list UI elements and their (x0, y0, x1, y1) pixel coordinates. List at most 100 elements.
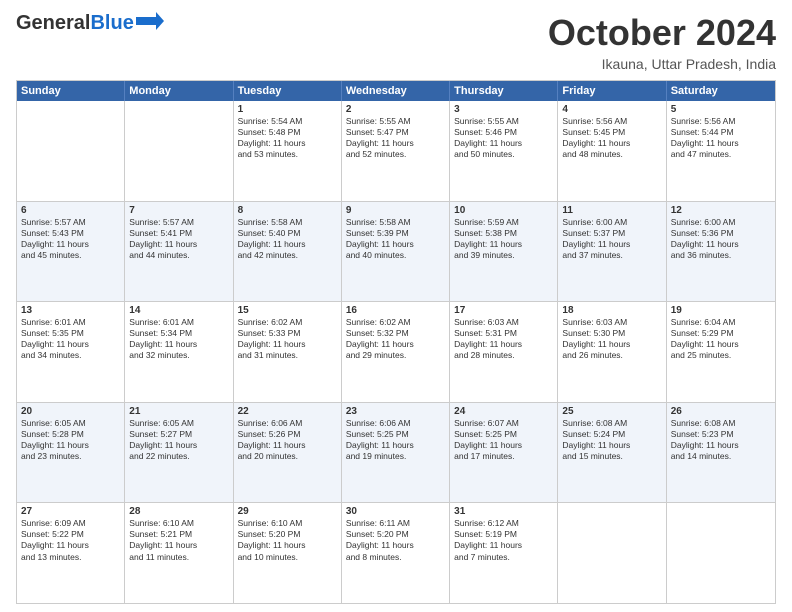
cell-text: Sunrise: 5:58 AM Sunset: 5:40 PM Dayligh… (238, 217, 337, 261)
cell-text: Sunrise: 6:08 AM Sunset: 5:24 PM Dayligh… (562, 418, 661, 462)
cell-text: Sunrise: 5:55 AM Sunset: 5:47 PM Dayligh… (346, 116, 445, 160)
month-title: October 2024 (548, 12, 776, 54)
day-number: 30 (346, 506, 445, 517)
location: Ikauna, Uttar Pradesh, India (548, 56, 776, 72)
cell-text: Sunrise: 5:57 AM Sunset: 5:41 PM Dayligh… (129, 217, 228, 261)
cal-header-cell: Thursday (450, 81, 558, 101)
day-number: 3 (454, 104, 553, 115)
cal-cell: 12Sunrise: 6:00 AM Sunset: 5:36 PM Dayli… (667, 202, 775, 302)
cell-text: Sunrise: 5:59 AM Sunset: 5:38 PM Dayligh… (454, 217, 553, 261)
cal-cell: 8Sunrise: 5:58 AM Sunset: 5:40 PM Daylig… (234, 202, 342, 302)
cell-text: Sunrise: 6:12 AM Sunset: 5:19 PM Dayligh… (454, 518, 553, 562)
cell-text: Sunrise: 6:09 AM Sunset: 5:22 PM Dayligh… (21, 518, 120, 562)
cell-text: Sunrise: 6:10 AM Sunset: 5:21 PM Dayligh… (129, 518, 228, 562)
day-number: 29 (238, 506, 337, 517)
cell-text: Sunrise: 6:10 AM Sunset: 5:20 PM Dayligh… (238, 518, 337, 562)
cell-text: Sunrise: 5:54 AM Sunset: 5:48 PM Dayligh… (238, 116, 337, 160)
cell-text: Sunrise: 6:06 AM Sunset: 5:25 PM Dayligh… (346, 418, 445, 462)
cal-cell: 11Sunrise: 6:00 AM Sunset: 5:37 PM Dayli… (558, 202, 666, 302)
cal-row: 6Sunrise: 5:57 AM Sunset: 5:43 PM Daylig… (17, 201, 775, 302)
cal-header-cell: Monday (125, 81, 233, 101)
cal-header-cell: Saturday (667, 81, 775, 101)
calendar-body: 1Sunrise: 5:54 AM Sunset: 5:48 PM Daylig… (17, 101, 775, 603)
cal-cell: 30Sunrise: 6:11 AM Sunset: 5:20 PM Dayli… (342, 503, 450, 603)
day-number: 28 (129, 506, 228, 517)
cell-text: Sunrise: 6:03 AM Sunset: 5:31 PM Dayligh… (454, 317, 553, 361)
calendar: SundayMondayTuesdayWednesdayThursdayFrid… (16, 80, 776, 604)
day-number: 10 (454, 205, 553, 216)
cal-row: 27Sunrise: 6:09 AM Sunset: 5:22 PM Dayli… (17, 502, 775, 603)
cal-cell (125, 101, 233, 201)
day-number: 31 (454, 506, 553, 517)
cell-text: Sunrise: 5:58 AM Sunset: 5:39 PM Dayligh… (346, 217, 445, 261)
cell-text: Sunrise: 6:00 AM Sunset: 5:37 PM Dayligh… (562, 217, 661, 261)
day-number: 16 (346, 305, 445, 316)
day-number: 13 (21, 305, 120, 316)
logo-text: GeneralBlue (16, 12, 134, 34)
cal-cell: 13Sunrise: 6:01 AM Sunset: 5:35 PM Dayli… (17, 302, 125, 402)
cal-cell (667, 503, 775, 603)
cell-text: Sunrise: 6:03 AM Sunset: 5:30 PM Dayligh… (562, 317, 661, 361)
day-number: 7 (129, 205, 228, 216)
day-number: 26 (671, 406, 771, 417)
cal-cell: 16Sunrise: 6:02 AM Sunset: 5:32 PM Dayli… (342, 302, 450, 402)
cell-text: Sunrise: 5:57 AM Sunset: 5:43 PM Dayligh… (21, 217, 120, 261)
logo: GeneralBlue (16, 12, 164, 34)
cal-cell: 9Sunrise: 5:58 AM Sunset: 5:39 PM Daylig… (342, 202, 450, 302)
cell-text: Sunrise: 6:08 AM Sunset: 5:23 PM Dayligh… (671, 418, 771, 462)
day-number: 19 (671, 305, 771, 316)
cal-cell: 2Sunrise: 5:55 AM Sunset: 5:47 PM Daylig… (342, 101, 450, 201)
cell-text: Sunrise: 6:02 AM Sunset: 5:33 PM Dayligh… (238, 317, 337, 361)
day-number: 22 (238, 406, 337, 417)
cell-text: Sunrise: 5:55 AM Sunset: 5:46 PM Dayligh… (454, 116, 553, 160)
day-number: 9 (346, 205, 445, 216)
cal-cell (17, 101, 125, 201)
cal-cell: 1Sunrise: 5:54 AM Sunset: 5:48 PM Daylig… (234, 101, 342, 201)
day-number: 1 (238, 104, 337, 115)
cal-cell: 28Sunrise: 6:10 AM Sunset: 5:21 PM Dayli… (125, 503, 233, 603)
cal-header-cell: Tuesday (234, 81, 342, 101)
cal-cell: 18Sunrise: 6:03 AM Sunset: 5:30 PM Dayli… (558, 302, 666, 402)
cal-cell: 7Sunrise: 5:57 AM Sunset: 5:41 PM Daylig… (125, 202, 233, 302)
page: GeneralBlue October 2024 Ikauna, Uttar P… (0, 0, 792, 612)
cal-cell: 15Sunrise: 6:02 AM Sunset: 5:33 PM Dayli… (234, 302, 342, 402)
day-number: 12 (671, 205, 771, 216)
cell-text: Sunrise: 6:07 AM Sunset: 5:25 PM Dayligh… (454, 418, 553, 462)
cal-cell: 5Sunrise: 5:56 AM Sunset: 5:44 PM Daylig… (667, 101, 775, 201)
day-number: 20 (21, 406, 120, 417)
cal-cell: 17Sunrise: 6:03 AM Sunset: 5:31 PM Dayli… (450, 302, 558, 402)
cal-cell: 20Sunrise: 6:05 AM Sunset: 5:28 PM Dayli… (17, 403, 125, 503)
cal-cell: 23Sunrise: 6:06 AM Sunset: 5:25 PM Dayli… (342, 403, 450, 503)
cal-header-cell: Sunday (17, 81, 125, 101)
cal-cell: 6Sunrise: 5:57 AM Sunset: 5:43 PM Daylig… (17, 202, 125, 302)
day-number: 27 (21, 506, 120, 517)
cell-text: Sunrise: 6:02 AM Sunset: 5:32 PM Dayligh… (346, 317, 445, 361)
cal-cell: 4Sunrise: 5:56 AM Sunset: 5:45 PM Daylig… (558, 101, 666, 201)
cell-text: Sunrise: 5:56 AM Sunset: 5:45 PM Dayligh… (562, 116, 661, 160)
cal-cell: 24Sunrise: 6:07 AM Sunset: 5:25 PM Dayli… (450, 403, 558, 503)
cell-text: Sunrise: 6:01 AM Sunset: 5:34 PM Dayligh… (129, 317, 228, 361)
day-number: 21 (129, 406, 228, 417)
cell-text: Sunrise: 6:11 AM Sunset: 5:20 PM Dayligh… (346, 518, 445, 562)
day-number: 2 (346, 104, 445, 115)
header: GeneralBlue October 2024 Ikauna, Uttar P… (16, 12, 776, 72)
cell-text: Sunrise: 6:00 AM Sunset: 5:36 PM Dayligh… (671, 217, 771, 261)
cal-cell: 19Sunrise: 6:04 AM Sunset: 5:29 PM Dayli… (667, 302, 775, 402)
cal-cell: 3Sunrise: 5:55 AM Sunset: 5:46 PM Daylig… (450, 101, 558, 201)
cell-text: Sunrise: 6:05 AM Sunset: 5:27 PM Dayligh… (129, 418, 228, 462)
day-number: 4 (562, 104, 661, 115)
cal-cell: 22Sunrise: 6:06 AM Sunset: 5:26 PM Dayli… (234, 403, 342, 503)
day-number: 23 (346, 406, 445, 417)
logo-icon (136, 12, 164, 30)
cell-text: Sunrise: 6:06 AM Sunset: 5:26 PM Dayligh… (238, 418, 337, 462)
day-number: 11 (562, 205, 661, 216)
cell-text: Sunrise: 6:01 AM Sunset: 5:35 PM Dayligh… (21, 317, 120, 361)
cal-cell: 29Sunrise: 6:10 AM Sunset: 5:20 PM Dayli… (234, 503, 342, 603)
cell-text: Sunrise: 5:56 AM Sunset: 5:44 PM Dayligh… (671, 116, 771, 160)
cal-cell: 31Sunrise: 6:12 AM Sunset: 5:19 PM Dayli… (450, 503, 558, 603)
day-number: 24 (454, 406, 553, 417)
cal-row: 20Sunrise: 6:05 AM Sunset: 5:28 PM Dayli… (17, 402, 775, 503)
day-number: 8 (238, 205, 337, 216)
title-block: October 2024 Ikauna, Uttar Pradesh, Indi… (548, 12, 776, 72)
calendar-header: SundayMondayTuesdayWednesdayThursdayFrid… (17, 81, 775, 101)
